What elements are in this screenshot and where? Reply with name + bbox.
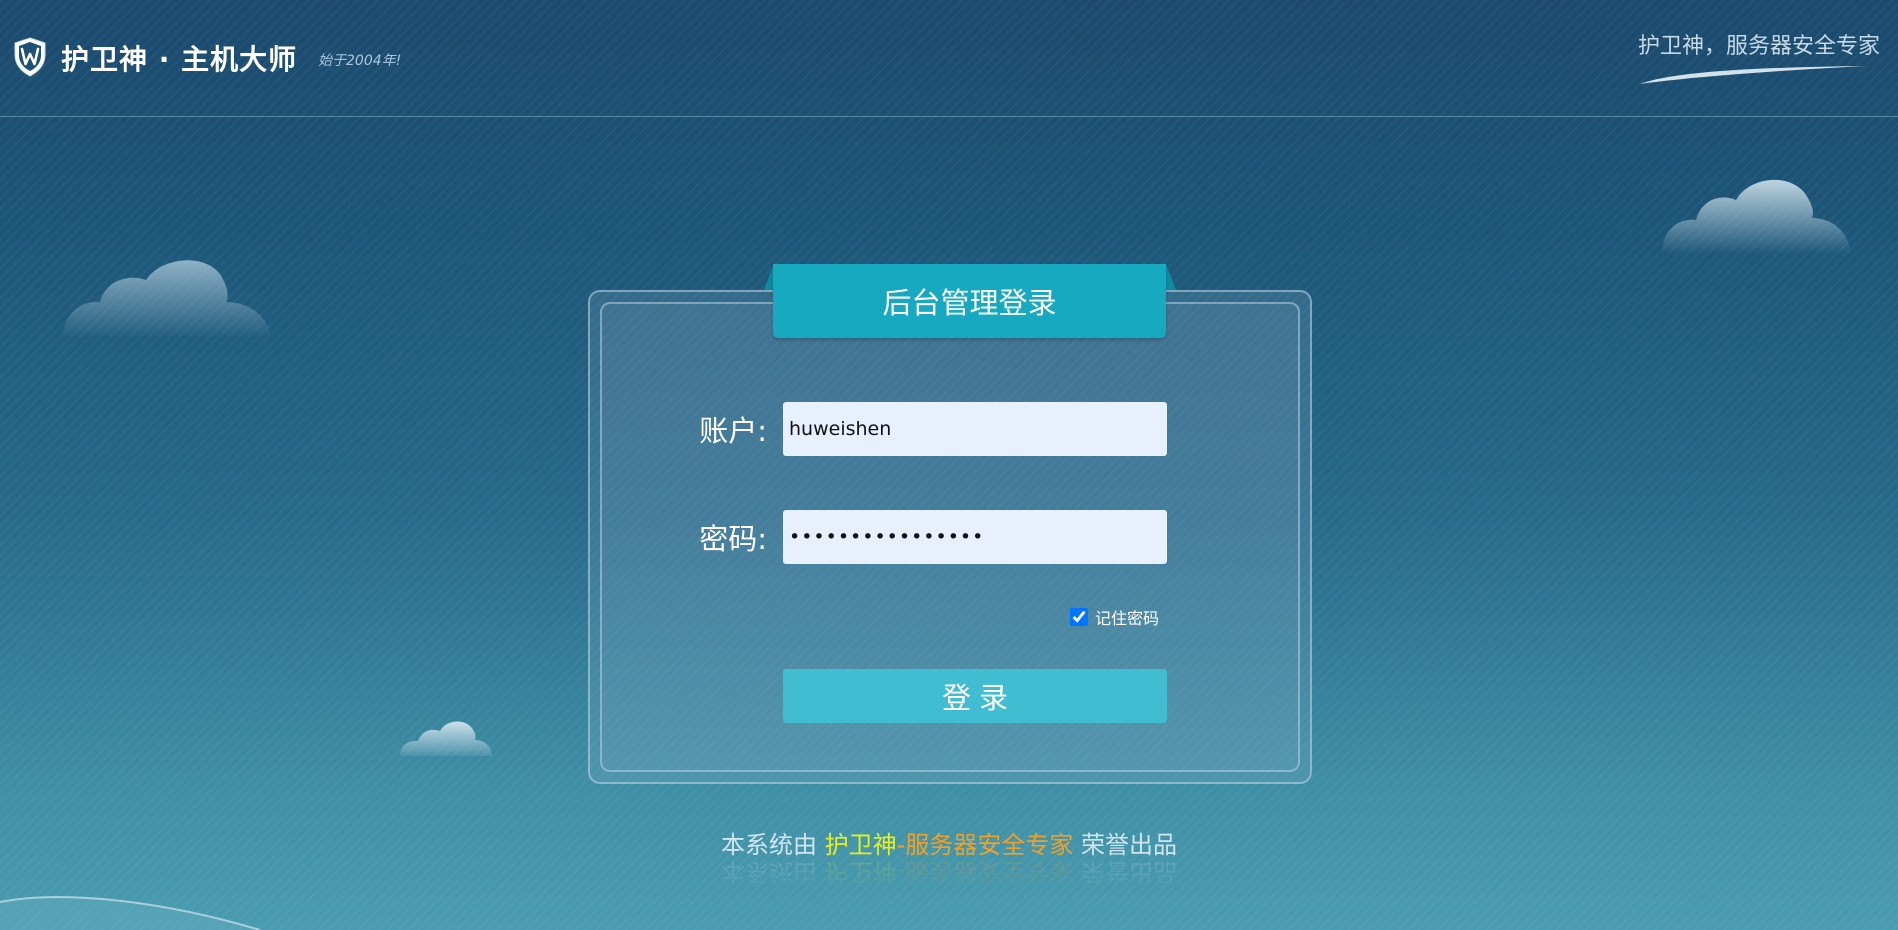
- credit-suffix: 荣誉出品: [1073, 831, 1177, 859]
- password-input[interactable]: [783, 510, 1167, 564]
- cloud-icon: [1662, 179, 1850, 254]
- swoosh-decoration: [1640, 66, 1866, 84]
- remember-checkbox[interactable]: [1070, 608, 1088, 626]
- footer-credit: 本系统由 护卫神-服务器安全专家 荣誉出品: [0, 825, 1898, 860]
- credit-suffix-reflection: 荣誉出品: [1073, 858, 1177, 886]
- cloud-icon: [63, 260, 270, 338]
- header-slogan: 护卫神，服务器安全专家: [1637, 34, 1880, 59]
- shield-w-icon: [14, 37, 46, 77]
- bottom-swoosh-decoration: [0, 896, 261, 930]
- remember-password[interactable]: 记住密码: [1070, 607, 1160, 628]
- account-input[interactable]: [783, 402, 1167, 456]
- password-label: 密码:: [699, 522, 767, 556]
- credit-brand-reflection: 护卫神: [824, 858, 897, 886]
- cloud-icon: [400, 721, 492, 756]
- login-title: 后台管理登录: [773, 264, 1166, 338]
- credit-brand: 护卫神: [824, 831, 897, 859]
- ribbon-wing-right: [1166, 264, 1176, 290]
- account-label: 账户:: [699, 414, 767, 448]
- credit-prefix: 本系统由: [721, 831, 825, 859]
- credit-prefix-reflection: 本系统由: [721, 858, 825, 886]
- brand-title: 护卫神 · 主机大师: [61, 43, 298, 76]
- login-button[interactable]: 登录: [783, 669, 1167, 723]
- credit-tagline-reflection: -服务器安全专家: [896, 858, 1074, 886]
- remember-label: 记住密码: [1095, 609, 1160, 628]
- header: 护卫神 · 主机大师 始于2004年! 护卫神，服务器安全专家: [0, 0, 1898, 117]
- footer-credit-reflection: 本系统由 护卫神-服务器安全专家 荣誉出品: [0, 857, 1898, 892]
- credit-tagline: -服务器安全专家: [896, 831, 1074, 859]
- brand-since: 始于2004年!: [318, 53, 402, 69]
